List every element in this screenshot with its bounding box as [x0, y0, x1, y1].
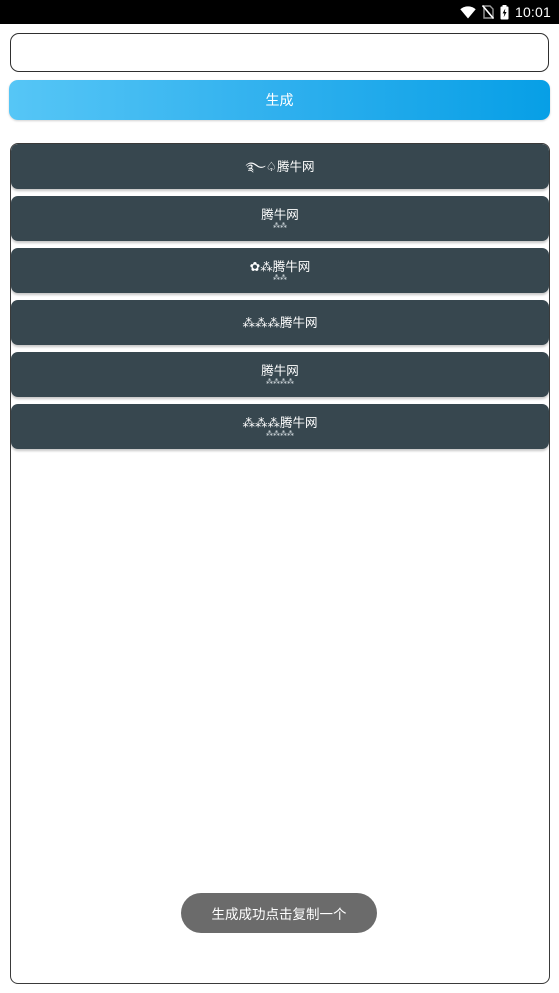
- result-item-text: ⁂⁂⁂腾牛网: [242, 414, 318, 430]
- generate-button[interactable]: 生成: [9, 80, 550, 120]
- result-item-subtext: ⁂⁂: [273, 221, 287, 230]
- wifi-icon: [460, 5, 476, 19]
- result-item[interactable]: 腾牛网 ⁂⁂⁂⁂: [11, 352, 549, 397]
- result-item-text: 腾牛网: [261, 362, 299, 378]
- result-item-text: 腾牛网: [261, 206, 299, 222]
- result-item-text: ✿⁂腾牛网: [249, 258, 311, 274]
- text-input[interactable]: [10, 33, 549, 72]
- battery-charging-icon: [500, 4, 509, 20]
- result-item-subtext: ⁂⁂⁂⁂: [266, 377, 294, 386]
- result-item[interactable]: 腾牛网 ⁂⁂: [11, 196, 549, 241]
- result-item[interactable]: ⁂⁂⁂腾牛网: [11, 300, 549, 345]
- result-item-subtext: ⁂⁂: [273, 273, 287, 282]
- toast-message: 生成成功点击复制一个: [181, 893, 377, 933]
- result-item-text: ⁂⁂⁂腾牛网: [242, 315, 318, 330]
- result-item-subtext: ⁂⁂⁂⁂: [266, 429, 294, 438]
- result-item-text: ࿐♤腾牛网: [245, 159, 315, 174]
- no-sim-icon: [481, 5, 494, 19]
- clock-time: 10:01: [514, 4, 551, 20]
- result-item[interactable]: ࿐♤腾牛网: [11, 144, 549, 189]
- result-item[interactable]: ✿⁂腾牛网 ⁂⁂: [11, 248, 549, 293]
- result-item[interactable]: ⁂⁂⁂腾牛网 ⁂⁂⁂⁂: [11, 404, 549, 449]
- results-list: ࿐♤腾牛网 腾牛网 ⁂⁂ ✿⁂腾牛网 ⁂⁂ ⁂⁂⁂腾牛网 腾牛网 ⁂⁂⁂⁂ ⁂⁂…: [10, 143, 550, 984]
- status-bar: 10:01: [0, 0, 559, 24]
